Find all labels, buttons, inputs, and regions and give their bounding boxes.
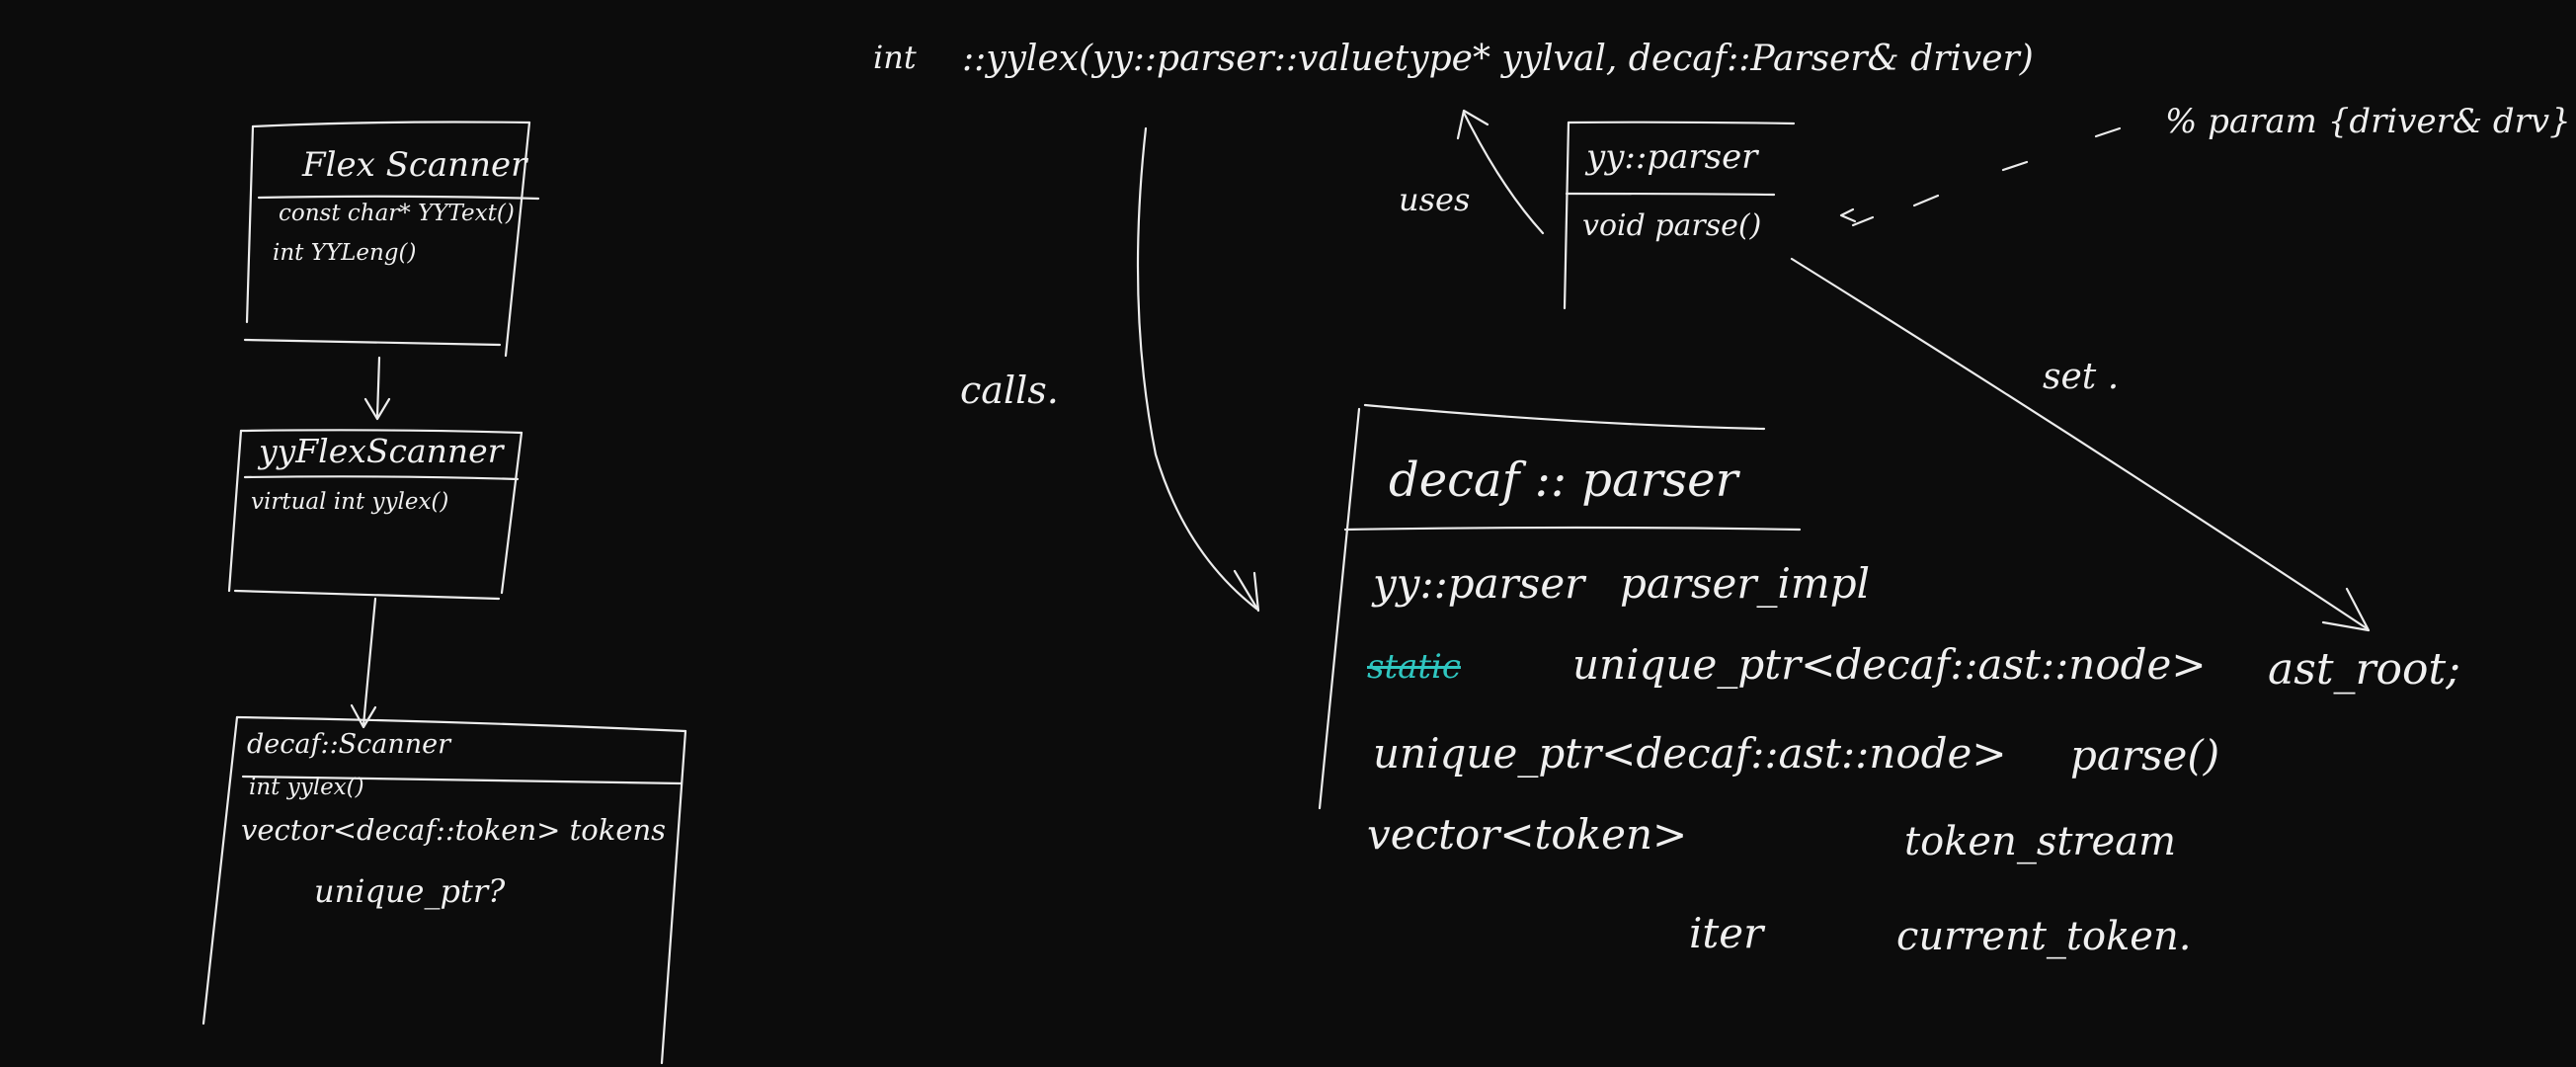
calls-arrow [1136, 126, 1260, 613]
signature-text: ::yylex(yy::parser::valuetype* yylval, d… [962, 39, 2034, 79]
yy-parser-title: yy::parser [1586, 137, 1758, 177]
flex-scanner-member: int YYLeng() [273, 240, 417, 266]
decaf-scanner-member: unique_ptr? [314, 872, 506, 910]
decaf-parser-row-name: token_stream [1904, 819, 2176, 864]
decaf-parser-row-type: iter [1689, 909, 1764, 957]
param-dashed-arrow [1839, 126, 2122, 227]
set-arrow [1790, 257, 2371, 632]
signature-return-type: int [873, 39, 917, 76]
decaf-parser-row-name: parse() [2070, 731, 2220, 780]
whiteboard-canvas: int ::yylex(yy::parser::valuetype* yylva… [0, 0, 2576, 1067]
decaf-parser-row-type: vector<token> [1367, 810, 1688, 859]
decaf-parser-row-name: ast_root; [2268, 644, 2461, 695]
uses-arrow [1456, 109, 1545, 235]
decaf-scanner-member: vector<decaf::token> tokens [241, 813, 667, 847]
decaf-parser-row-type: yy::parser [1373, 559, 1585, 608]
arrow-yyflex-to-scanner [350, 597, 377, 729]
yyflex-scanner-member: virtual int yylex() [251, 489, 449, 515]
yyflex-scanner-title: yyFlexScanner [259, 432, 504, 470]
decaf-parser-row-name: current_token. [1896, 914, 2192, 959]
decaf-parser-row-type: unique_ptr<decaf::ast::node> [1572, 640, 2207, 689]
flex-scanner-title: Flex Scanner [302, 145, 527, 185]
arrow-flex-to-yyflex [363, 356, 391, 421]
static-modifier-struck: static [1367, 647, 1461, 687]
set-label: set . [2043, 357, 2120, 397]
flex-scanner-member: const char* YYText() [279, 201, 515, 226]
calls-label: calls. [960, 369, 1059, 412]
uses-label: uses [1399, 181, 1471, 218]
yy-parser-member: void parse() [1582, 208, 1762, 243]
decaf-parser-row-name: parser_impl [1620, 559, 1871, 608]
decaf-parser-row-type: unique_ptr<decaf::ast::node> [1373, 729, 2007, 778]
decaf-scanner-member: int yylex() [249, 775, 364, 800]
decaf-scanner-title: decaf::Scanner [247, 729, 451, 760]
decaf-parser-title: decaf :: parser [1389, 452, 1738, 508]
param-note: % param {driver& drv} [2165, 102, 2571, 141]
